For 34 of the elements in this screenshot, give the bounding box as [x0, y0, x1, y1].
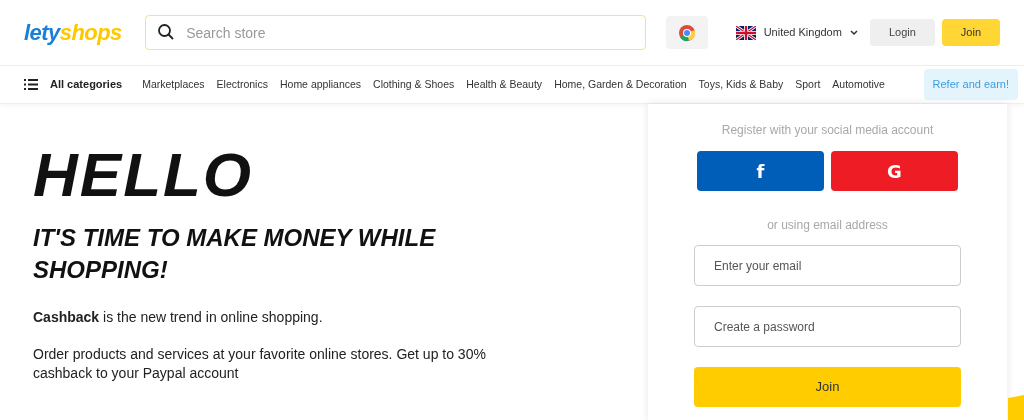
email-caption: or using email address — [767, 217, 888, 234]
chrome-icon — [677, 23, 696, 42]
category-link[interactable]: Health & Beauty — [466, 76, 543, 93]
category-link[interactable]: Automotive — [832, 76, 885, 93]
chevron-down-icon — [849, 29, 858, 36]
category-link[interactable]: Sport — [795, 76, 821, 93]
category-link[interactable]: Toys, Kids & Baby — [698, 76, 784, 93]
uk-flag-icon — [735, 25, 756, 40]
google-button[interactable]: G — [831, 151, 958, 191]
decoration-shape — [1008, 395, 1024, 420]
email-field[interactable]: Enter your email — [694, 245, 961, 286]
all-categories-link[interactable]: All categories — [50, 76, 123, 93]
hero-paragraph: Cashback is the new trend in online shopping. — [33, 308, 324, 327]
social-caption: Register with your social media account — [721, 122, 934, 139]
password-field[interactable]: Create a password — [694, 306, 961, 347]
hero-paragraph: Order products and services at your favorite online stores. Get up to 30% cashback to your Paypal account — [33, 345, 487, 383]
join-button[interactable]: Join — [941, 19, 1000, 46]
browser-extension-button[interactable] — [666, 16, 708, 49]
hero-subtitle: IT'S TIME TO MAKE MONEY WHILE SHOPPING! — [33, 223, 437, 285]
logo[interactable]: letyshops — [24, 16, 126, 49]
menu-icon[interactable] — [24, 79, 38, 90]
hero-title: HELLO — [33, 144, 255, 206]
facebook-button[interactable]: f — [697, 151, 824, 191]
search-field[interactable]: Search store — [145, 15, 647, 50]
category-link[interactable]: Home appliances — [279, 76, 362, 93]
country-label: United Kingdom — [763, 25, 842, 41]
category-link[interactable]: Clothing & Shoes — [373, 76, 455, 93]
country-selector[interactable]: United Kingdom — [735, 24, 858, 41]
category-link[interactable]: Electronics — [216, 76, 268, 93]
login-button[interactable]: Login — [869, 19, 935, 46]
search-icon — [157, 23, 176, 41]
join-button[interactable]: Join — [694, 367, 961, 407]
category-link[interactable]: Marketplaces — [142, 76, 205, 93]
category-link[interactable]: Home, Garden & Decoration — [554, 76, 687, 93]
